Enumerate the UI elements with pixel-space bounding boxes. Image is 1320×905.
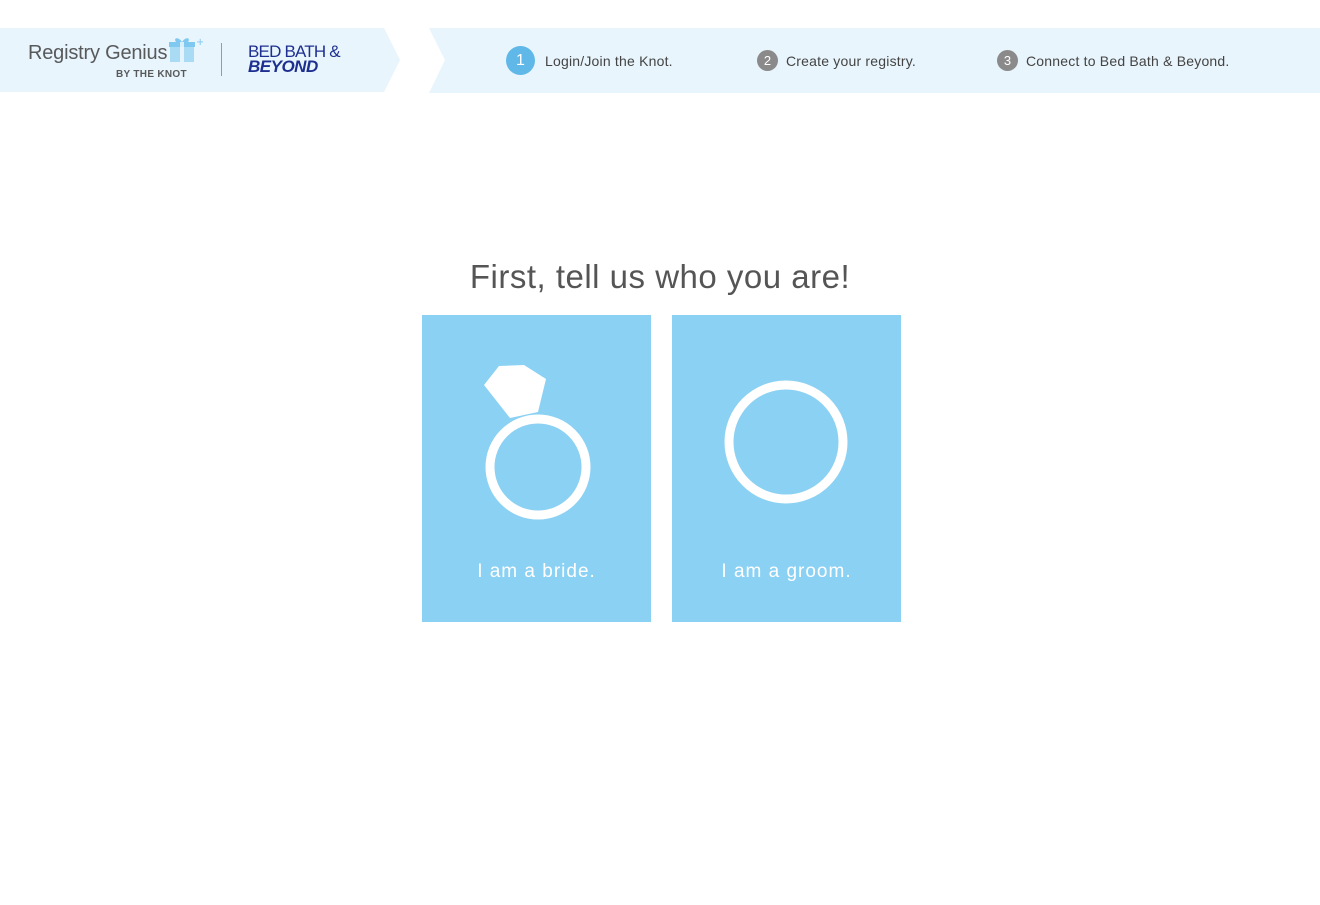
step-3-label: Connect to Bed Bath & Beyond. <box>1026 52 1230 69</box>
bride-option-label: I am a bride. <box>477 561 596 582</box>
registry-genius-title: Registry Genius <box>28 42 168 64</box>
svg-text:+: + <box>196 37 203 48</box>
header: Registry Genius BY THE KNOT + BED BATH &… <box>0 28 1320 93</box>
step-2-label: Create your registry. <box>786 52 916 69</box>
step-2: 2 Create your registry. <box>757 50 916 71</box>
bride-option-card[interactable]: I am a bride. <box>422 315 651 622</box>
step-3: 3 Connect to Bed Bath & Beyond. <box>997 50 1230 71</box>
brand-panel: Registry Genius BY THE KNOT + BED BATH &… <box>0 28 400 92</box>
groom-option-label: I am a groom. <box>721 561 852 582</box>
step-1-number: 1 <box>506 46 535 75</box>
step-1: 1 Login/Join the Knot. <box>506 46 673 75</box>
groom-option-card[interactable]: I am a groom. <box>672 315 901 622</box>
step-3-number: 3 <box>997 50 1018 71</box>
bbb-logo-line2: BEYOND <box>248 57 318 76</box>
page-headline: First, tell us who you are! <box>469 258 851 295</box>
by-the-knot-subtitle: BY THE KNOT <box>116 69 187 80</box>
step-1-label: Login/Join the Knot. <box>545 52 673 69</box>
brand-divider <box>221 43 222 76</box>
bed-bath-beyond-logo[interactable]: BED BATH & BEYOND <box>248 43 341 76</box>
gift-box-icon: + <box>167 36 204 69</box>
step-2-number: 2 <box>757 50 778 71</box>
